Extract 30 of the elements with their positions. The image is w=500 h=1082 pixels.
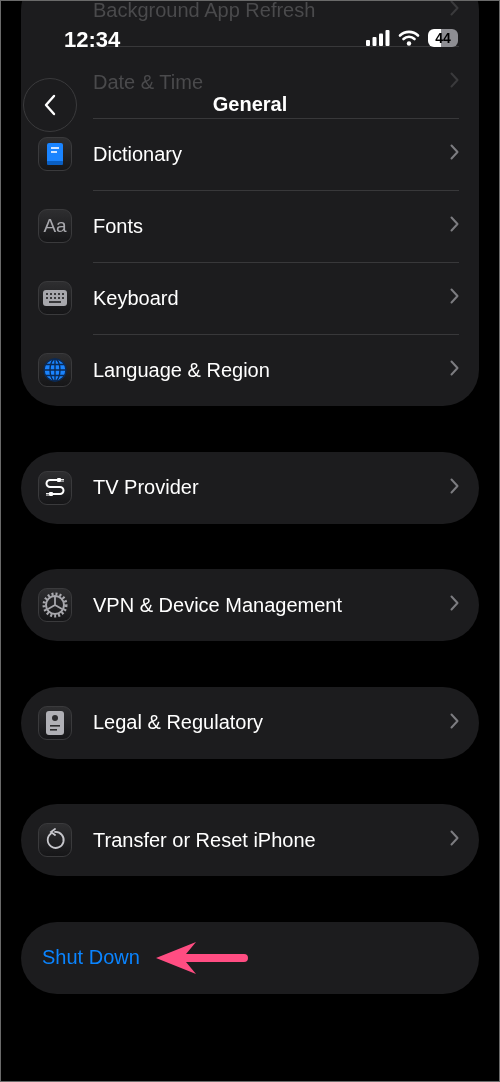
chevron-icon — [450, 477, 459, 494]
gear-icon — [42, 592, 68, 618]
back-icon — [44, 94, 56, 116]
book-icon — [45, 142, 65, 166]
signal-icon — [366, 30, 390, 46]
document-icon — [46, 710, 64, 735]
chevron-icon — [450, 830, 459, 846]
settings-item[interactable]: Keyboard — [93, 286, 179, 309]
fonts-icon: Aa — [43, 215, 67, 237]
chevron-icon — [450, 72, 459, 88]
keyboard-icon — [43, 290, 67, 306]
wifi-icon — [398, 30, 420, 46]
settings-item[interactable]: Fonts — [93, 214, 144, 237]
settings-item[interactable]: Transfer or Reset iPhone — [93, 828, 316, 851]
settings-item[interactable]: Language & Region — [93, 358, 270, 381]
settings-item[interactable]: Dictionary — [93, 142, 182, 165]
chevron-icon — [450, 144, 459, 160]
chevron-icon — [450, 595, 459, 611]
chevron-icon — [450, 1, 459, 16]
chevron-icon — [450, 288, 459, 304]
screen-title: General — [212, 93, 288, 116]
status-time: 12:34 — [64, 27, 121, 53]
globe-icon — [43, 358, 67, 382]
shut-down-button[interactable]: Shut Down — [42, 946, 140, 969]
chevron-icon — [450, 360, 459, 376]
settings-item[interactable]: VPN & Device Management — [93, 593, 342, 616]
chevron-icon — [450, 712, 459, 729]
chevron-icon — [450, 216, 459, 232]
settings-item[interactable]: TV Provider — [93, 476, 199, 498]
settings-item[interactable]: Legal & Regulatory — [93, 711, 264, 733]
